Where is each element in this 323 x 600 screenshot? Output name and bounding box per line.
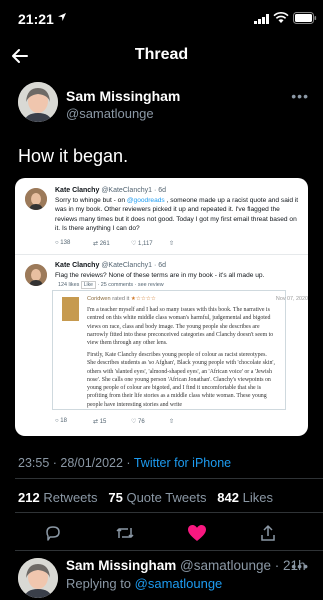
replying-label: Replying to xyxy=(66,576,135,591)
review-meta: 124 likes Like · 25 comments · see revie… xyxy=(58,281,164,289)
quotes-stat[interactable]: 75 Quote Tweets xyxy=(108,490,206,505)
retweet-icon[interactable] xyxy=(115,524,135,542)
retweets-stat[interactable]: 212 Retweets xyxy=(18,490,98,505)
more-icon[interactable]: ••• xyxy=(291,558,309,574)
reply-author: Sam Missingham @samatlounge · 21h xyxy=(66,558,306,573)
reviewer: Coridwen rated it ★☆☆☆☆ xyxy=(87,296,156,302)
tweet-text: How it began. xyxy=(18,146,129,166)
signal-icon xyxy=(254,14,269,24)
likes-count: 842 xyxy=(217,490,239,505)
retweets-label: Retweets xyxy=(43,490,98,505)
quote-retweets: ⇄ 15 xyxy=(93,419,107,425)
quote-retweets-count: 15 xyxy=(99,419,107,425)
thread-header: Thread xyxy=(0,36,323,76)
quote-share: ⇧ xyxy=(169,419,175,425)
reply-author-name[interactable]: Sam Missingham xyxy=(66,558,176,573)
review-like-button: Like xyxy=(80,281,96,289)
reply-author-handle: @samatlounge · 21h xyxy=(180,558,306,573)
reviewer-name: Coridwen xyxy=(87,296,111,302)
reply-icon[interactable] xyxy=(44,524,62,542)
author-handle[interactable]: @samatlounge xyxy=(66,106,154,121)
more-icon[interactable]: ••• xyxy=(291,88,309,104)
divider xyxy=(15,512,323,513)
replying-to: Replying to @samatlounge xyxy=(66,576,222,591)
wifi-icon xyxy=(273,12,289,23)
book-cover xyxy=(62,297,79,321)
review-layer: 124 likes Like · 25 comments · see revie… xyxy=(15,178,308,436)
tweet-image[interactable]: Kate Clanchy @KateClanchy1 · 6d Sorry to… xyxy=(15,178,308,436)
author-name[interactable]: Sam Missingham xyxy=(66,88,180,104)
quote-likes: ♡ 76 xyxy=(131,419,145,425)
divider xyxy=(15,478,323,479)
share-icon[interactable] xyxy=(259,524,277,542)
tweet-stats: 212 Retweets 75 Quote Tweets 842 Likes xyxy=(18,490,273,505)
reply-tweet[interactable]: Sam Missingham @samatlounge · 21h ••• Re… xyxy=(0,552,323,600)
quote-replies-count: 18 xyxy=(60,418,67,424)
quotes-label: Quote Tweets xyxy=(126,490,207,505)
replying-to-link[interactable]: @samatlounge xyxy=(135,576,223,591)
avatar[interactable] xyxy=(18,558,58,598)
tweet-timestamp: 23:55 · 28/01/2022 · Twitter for iPhone xyxy=(18,456,231,470)
quote-actions: ○ 18 ⇄ 15 ♡ 76 ⇧ xyxy=(55,418,295,428)
divider xyxy=(15,550,323,551)
tweet-author: Sam Missingham @samatlounge ••• xyxy=(0,80,323,130)
status-time: 21:21 xyxy=(18,11,54,27)
quote-likes-count: 76 xyxy=(138,419,145,425)
quotes-count: 75 xyxy=(108,490,123,505)
reviewer-rated: rated it xyxy=(112,296,130,302)
tweet-actions xyxy=(0,520,323,544)
timestamp: 23:55 · 28/01/2022 · xyxy=(18,456,134,470)
avatar[interactable] xyxy=(18,82,58,122)
rating-stars: ★☆☆☆☆ xyxy=(130,296,156,302)
location-arrow-icon xyxy=(58,13,66,21)
retweets-count: 212 xyxy=(18,490,40,505)
source-link[interactable]: Twitter for iPhone xyxy=(134,456,231,470)
review-likes: 124 likes xyxy=(58,282,80,288)
quote-replies: ○ 18 xyxy=(55,418,67,424)
battery-icon xyxy=(293,12,317,24)
likes-label: Likes xyxy=(242,490,273,505)
review-paragraph: I'm a teacher myself and I had so many i… xyxy=(87,307,274,347)
status-bar: 21:21 xyxy=(0,0,323,36)
likes-stat[interactable]: 842 Likes xyxy=(217,490,273,505)
page-title: Thread xyxy=(134,46,189,63)
review-comments: · 25 comments · see review xyxy=(97,282,164,288)
review-paragraph: Firstly, Kate Clanchy describes young pe… xyxy=(87,352,275,408)
heart-icon[interactable] xyxy=(187,524,207,542)
review-date: Nov 07, 2020 xyxy=(275,296,308,302)
